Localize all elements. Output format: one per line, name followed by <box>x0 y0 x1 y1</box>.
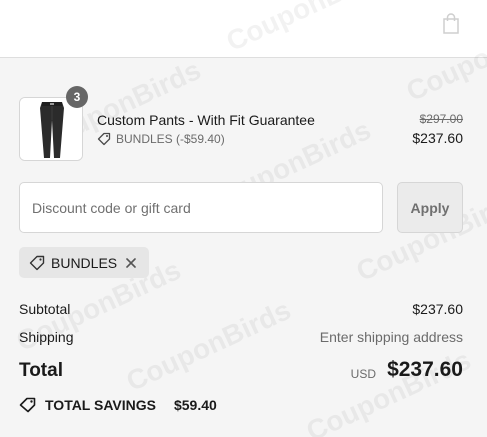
apply-button[interactable]: Apply <box>397 182 463 233</box>
tag-icon <box>97 132 111 146</box>
close-icon <box>126 257 136 268</box>
shipping-label: Shipping <box>19 329 74 345</box>
total-currency: USD <box>350 367 376 381</box>
quantity-badge: 3 <box>66 86 88 108</box>
tag-icon <box>19 397 36 413</box>
tag-icon <box>29 255 45 270</box>
final-price: $237.60 <box>412 130 463 146</box>
savings-label: TOTAL SAVINGS <box>45 397 156 413</box>
item-discount-label: BUNDLES (-$59.40) <box>116 132 225 146</box>
product-title: Custom Pants - With Fit Guarantee <box>97 112 315 128</box>
total-savings: TOTAL SAVINGS $59.40 <box>19 397 217 413</box>
remove-discount-button[interactable] <box>123 255 139 271</box>
checkout-header <box>0 0 487 58</box>
applied-discount-chip: BUNDLES <box>19 247 150 278</box>
shopping-bag-icon[interactable] <box>442 13 460 35</box>
shipping-value: Enter shipping address <box>319 329 463 345</box>
discount-code-input[interactable] <box>19 182 383 233</box>
total-label: Total <box>19 360 63 381</box>
subtotal-label: Subtotal <box>19 301 71 317</box>
item-discount: BUNDLES (-$59.40) <box>97 132 225 146</box>
total-value: $237.60 <box>387 358 463 381</box>
savings-value: $59.40 <box>173 397 217 413</box>
original-price: $297.00 <box>419 112 463 126</box>
applied-discount-code: BUNDLES <box>51 254 118 271</box>
subtotal-value: $237.60 <box>412 301 463 317</box>
